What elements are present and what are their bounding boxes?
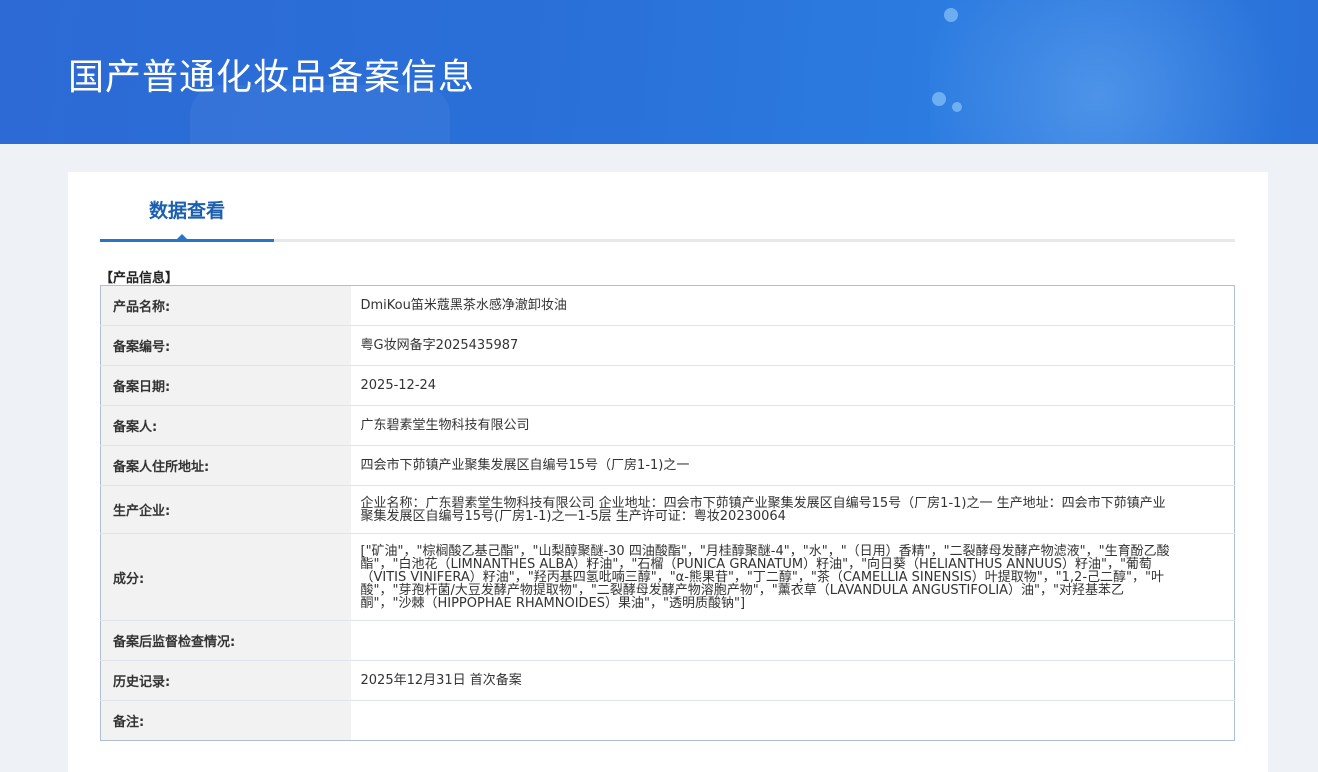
table-row: 历史记录: 2025年12月31日 首次备案 <box>100 660 1235 701</box>
row-value: 粤G妆网备字2025435987 <box>350 325 1235 366</box>
row-value: 四会市下茆镇产业聚集发展区自编号15号（厂房1-1)之一 <box>350 445 1235 486</box>
tab-active-caret-icon <box>176 234 188 240</box>
page-title: 国产普通化妆品备案信息 <box>68 57 476 98</box>
row-label: 备案日期: <box>100 365 351 406</box>
table-row: 成分: ["矿油"，"棕榈酸乙基己酯"，"山梨醇聚醚-30 四油酸酯"，"月桂醇… <box>100 533 1235 621</box>
row-label: 备案后监督检查情况: <box>100 620 351 661</box>
banner-dot <box>952 102 962 112</box>
row-label: 备案人: <box>100 405 351 446</box>
row-label: 备注: <box>100 700 351 741</box>
row-label: 备案人住所地址: <box>100 445 351 486</box>
row-value: 广东碧素堂生物科技有限公司 <box>350 405 1235 446</box>
banner-dot <box>932 92 946 106</box>
row-value: 2025-12-24 <box>350 365 1235 406</box>
row-value: ["矿油"，"棕榈酸乙基己酯"，"山梨醇聚醚-30 四油酸酯"，"月桂醇聚醚-4… <box>350 533 1235 621</box>
row-label: 产品名称: <box>100 285 351 326</box>
row-label: 历史记录: <box>100 660 351 701</box>
section-heading: 【产品信息】 <box>100 271 179 286</box>
row-value <box>350 620 1235 661</box>
table-row: 备案日期: 2025-12-24 <box>100 365 1235 406</box>
table-row: 产品名称: DmiKou笛米蔻黑茶水感净澈卸妆油 <box>100 285 1235 326</box>
row-label: 成分: <box>100 533 351 621</box>
row-label: 备案编号: <box>100 325 351 366</box>
table-row: 备案后监督检查情况: <box>100 620 1235 661</box>
row-value: 企业名称：广东碧素堂生物科技有限公司 企业地址：四会市下茆镇产业聚集发展区自编号… <box>350 485 1235 534</box>
table-row: 备案人: 广东碧素堂生物科技有限公司 <box>100 405 1235 446</box>
content-card: 数据查看 【产品信息】 产品名称: DmiKou笛米蔻黑茶水感净澈卸妆油 备案编… <box>68 172 1268 772</box>
table-row: 备注: <box>100 700 1235 741</box>
table-row: 备案编号: 粤G妆网备字2025435987 <box>100 325 1235 366</box>
product-info-table: 产品名称: DmiKou笛米蔻黑茶水感净澈卸妆油 备案编号: 粤G妆网备字202… <box>100 285 1235 741</box>
tab-label: 数据查看 <box>148 200 225 222</box>
table-row: 生产企业: 企业名称：广东碧素堂生物科技有限公司 企业地址：四会市下茆镇产业聚集… <box>100 485 1235 534</box>
row-value: 2025年12月31日 首次备案 <box>350 660 1235 701</box>
row-value <box>350 700 1235 741</box>
banner-glow <box>930 0 1318 144</box>
banner-dot <box>944 8 958 22</box>
row-value: DmiKou笛米蔻黑茶水感净澈卸妆油 <box>360 298 567 313</box>
tab-data-view[interactable]: 数据查看 <box>100 172 274 242</box>
header-banner: 国产普通化妆品备案信息 <box>0 0 1318 144</box>
table-row: 备案人住所地址: 四会市下茆镇产业聚集发展区自编号15号（厂房1-1)之一 <box>100 445 1235 486</box>
tab-bar: 数据查看 <box>100 172 1235 242</box>
row-label: 生产企业: <box>100 485 351 534</box>
